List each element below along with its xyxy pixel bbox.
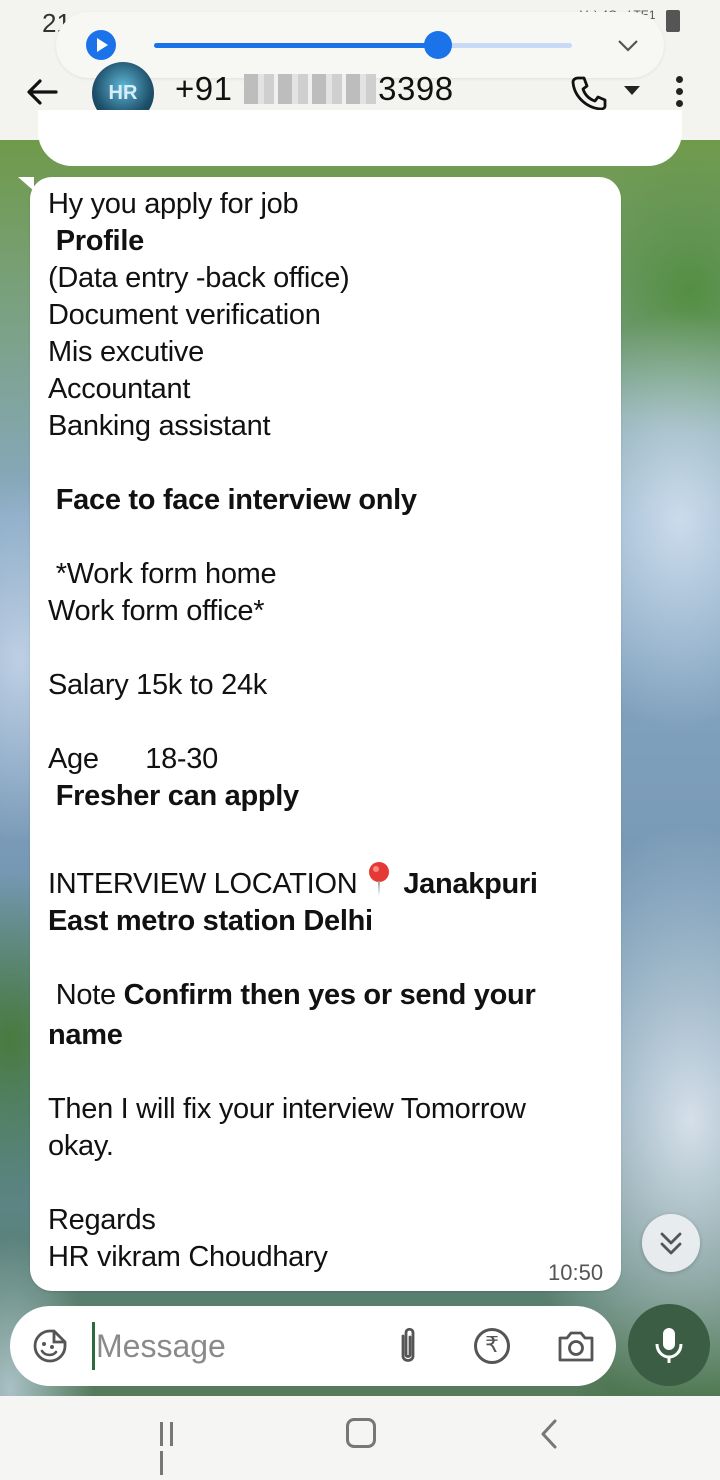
playback-progress	[154, 43, 439, 48]
contact-name[interactable]: +91 3398	[175, 70, 454, 108]
paperclip-icon[interactable]	[394, 1326, 422, 1366]
microphone-icon	[655, 1328, 683, 1363]
message-line: okay.	[48, 1130, 114, 1162]
contact-suffix: 3398	[378, 70, 454, 107]
home-icon[interactable]	[346, 1418, 376, 1448]
message-line: Mis excutive	[48, 336, 204, 368]
sticker-icon[interactable]	[32, 1328, 68, 1364]
contact-prefix: +91	[175, 70, 233, 107]
message-line: Age 18-30	[48, 743, 218, 775]
message-line: *Work form home	[48, 558, 277, 590]
note-line: Note Confirm then yes or send your	[48, 979, 536, 1012]
message-line: Banking assistant	[48, 410, 271, 442]
chevron-down-icon[interactable]	[616, 34, 640, 58]
message-line: Profile	[48, 225, 144, 257]
message-composer: ₹	[10, 1306, 616, 1386]
camera-icon[interactable]	[556, 1328, 596, 1364]
message-line: (Data entry -back office)	[48, 262, 350, 294]
message-line: Fresher can apply	[48, 780, 299, 812]
message-line: Document verification	[48, 299, 321, 331]
message-line: HR vikram Choudhary	[48, 1241, 328, 1273]
playback-slider[interactable]	[154, 31, 572, 59]
back-nav-icon[interactable]	[538, 1418, 560, 1450]
message-line: Then I will fix your interview Tomorrow	[48, 1093, 526, 1125]
more-vertical-icon[interactable]	[676, 76, 684, 108]
location-pin-icon	[365, 861, 393, 897]
note-label: Note	[48, 979, 124, 1011]
voice-playback-strip	[56, 12, 664, 78]
scroll-to-bottom-button[interactable]	[642, 1214, 700, 1272]
playback-thumb[interactable]	[424, 31, 453, 59]
voice-message-button[interactable]	[628, 1304, 710, 1386]
text-caret	[92, 1322, 95, 1370]
double-chevron-down-icon	[660, 1232, 682, 1255]
call-options-caret-icon[interactable]	[624, 86, 640, 95]
arrow-left-icon[interactable]	[24, 74, 60, 110]
message-line: East metro station Delhi	[48, 905, 373, 937]
rupee-icon[interactable]: ₹	[474, 1328, 510, 1364]
redacted-number	[244, 74, 377, 104]
message-input[interactable]	[96, 1318, 386, 1374]
message-line: Face to face interview only	[48, 484, 417, 516]
interview-location-line: INTERVIEW LOCATION Janakpuri	[48, 861, 538, 901]
previous-message-bubble	[38, 110, 682, 166]
message-line: Salary 15k to 24k	[48, 669, 267, 701]
message-line: Accountant	[48, 373, 191, 405]
battery-icon	[666, 10, 680, 32]
note-text: Confirm then yes or send your	[123, 979, 536, 1011]
message-line: Hy you apply for job	[48, 188, 299, 220]
location-place: Janakpuri	[403, 868, 538, 900]
play-icon[interactable]	[86, 30, 116, 60]
recents-icon[interactable]	[160, 1422, 188, 1475]
message-line: Regards	[48, 1204, 156, 1236]
message-time: 10:50	[548, 1260, 604, 1285]
location-label: INTERVIEW LOCATION	[48, 868, 358, 900]
system-navigation-bar	[0, 1396, 720, 1480]
message-line: Work form office*	[48, 595, 265, 627]
phone-icon[interactable]	[570, 74, 608, 112]
message-line: name	[48, 1019, 123, 1051]
